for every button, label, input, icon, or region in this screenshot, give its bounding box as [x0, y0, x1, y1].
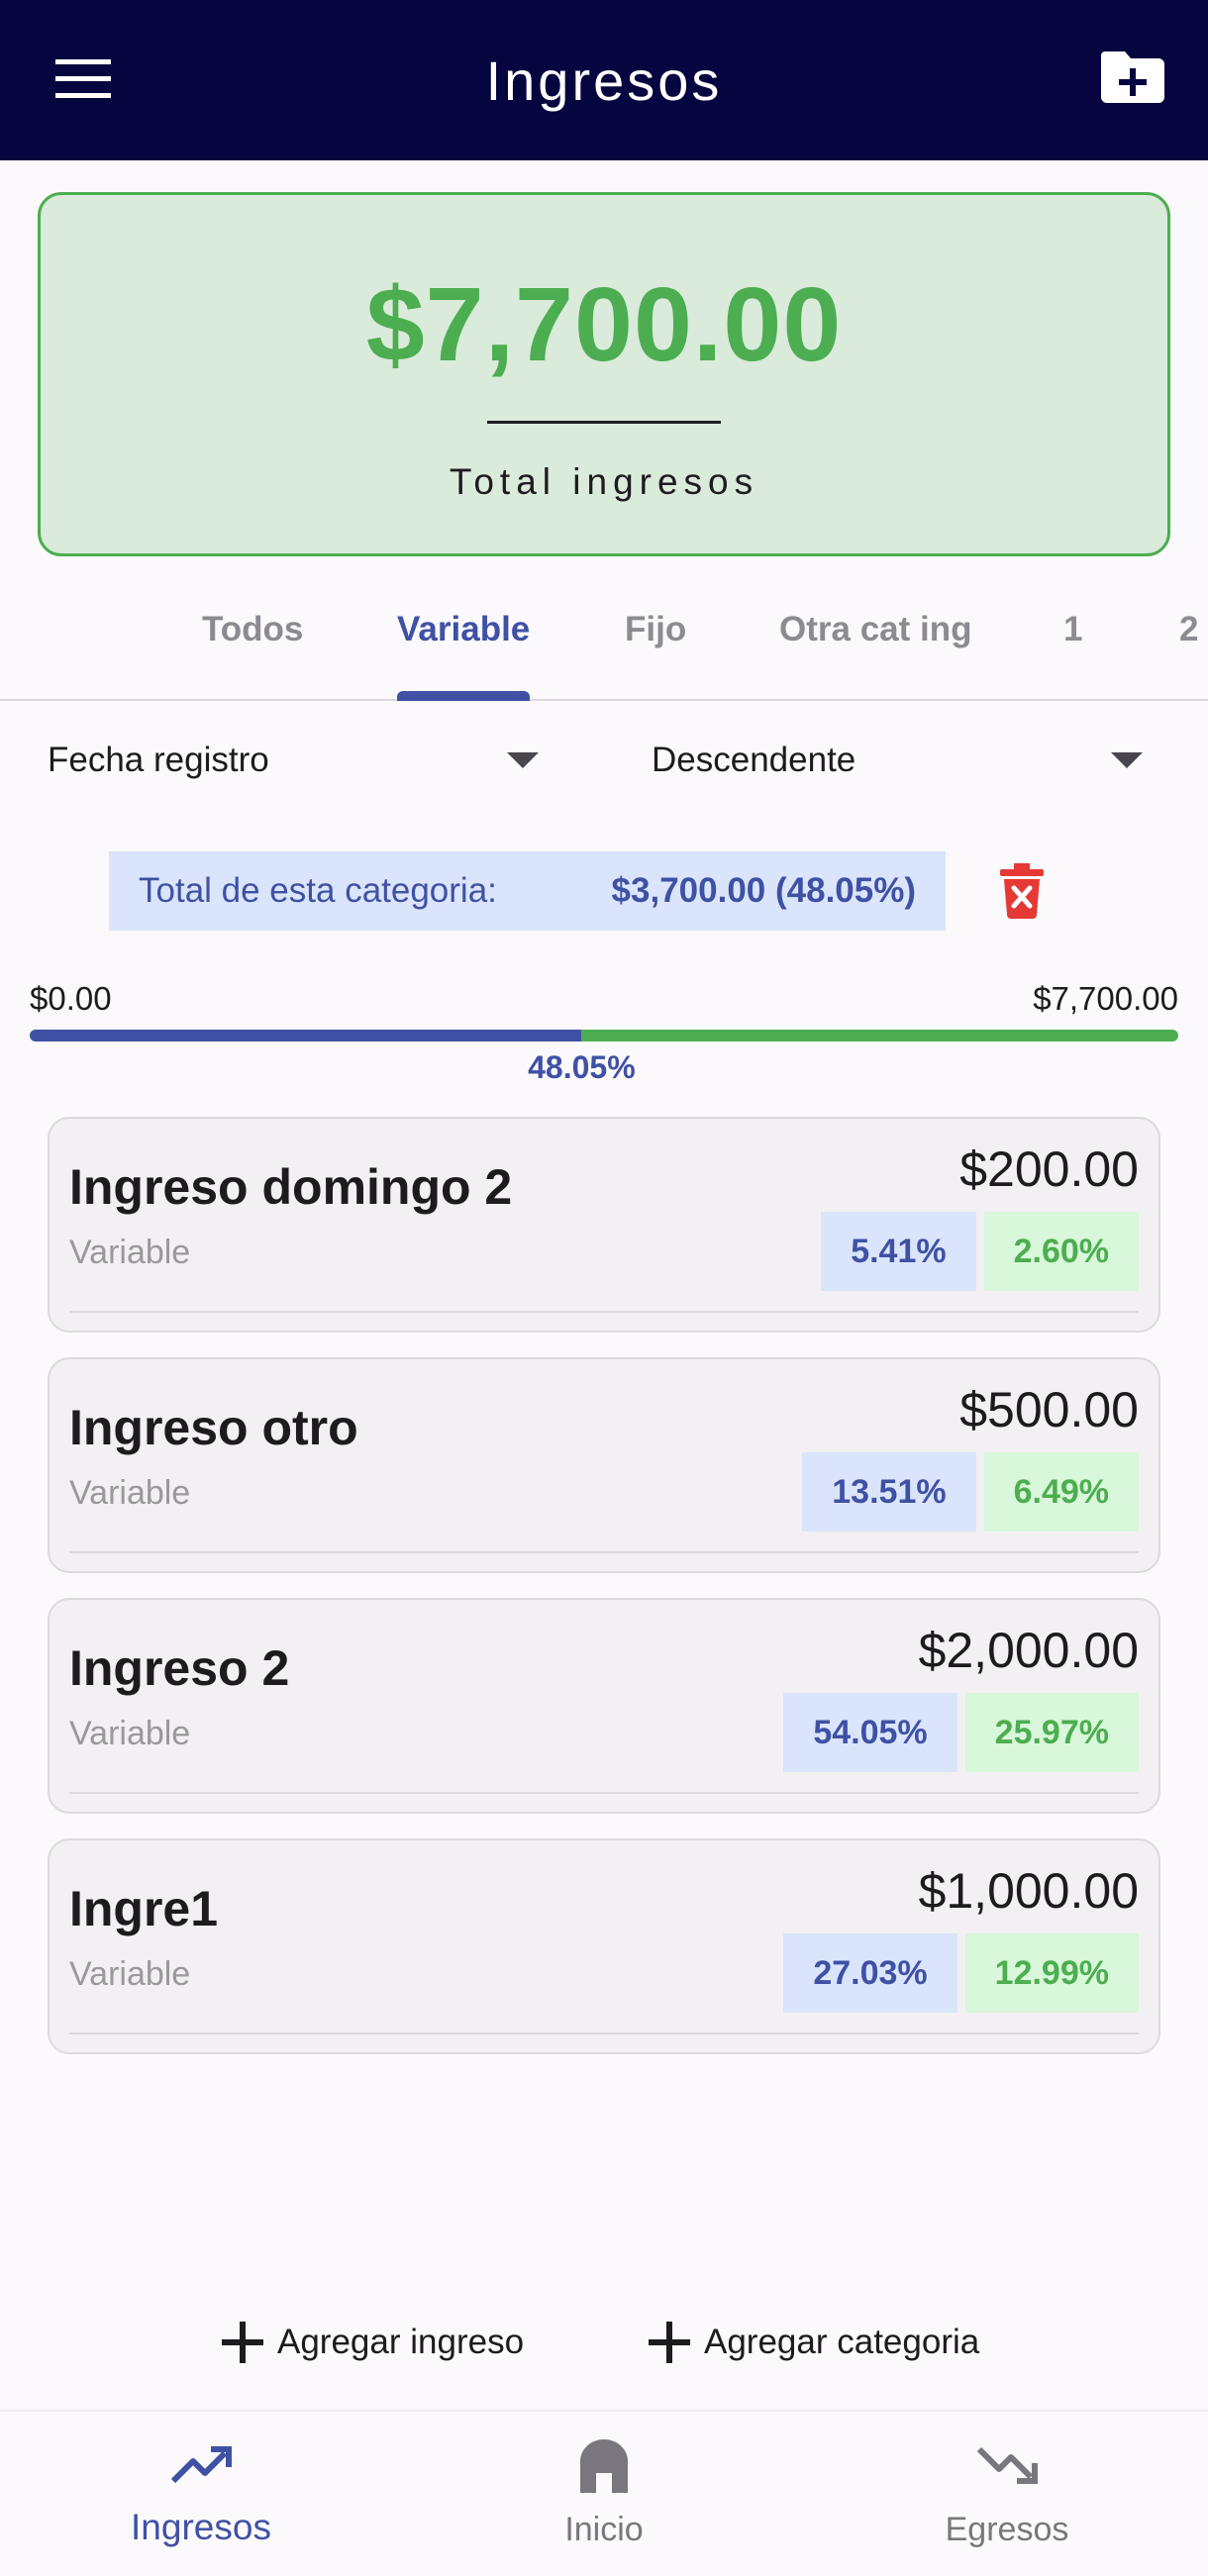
tab-variable[interactable]: Variable: [397, 610, 530, 649]
sort-field-value: Fecha registro: [48, 741, 269, 779]
total-income-caption: Total ingresos: [449, 461, 759, 502]
category-percent-badge: 27.03%: [783, 1933, 957, 2013]
app-bar: Ingresos: [0, 0, 1208, 160]
category-total-label: Total de esta categoria:: [139, 871, 497, 910]
category-percent-badge: 54.05%: [783, 1693, 957, 1772]
income-name: Ingre1: [69, 1881, 219, 1936]
menu-icon: [55, 59, 111, 98]
income-category: Variable: [69, 1955, 191, 1993]
income-percent-badges: 13.51% 6.49%: [802, 1452, 1139, 1532]
category-progress-percent: 48.05%: [528, 1049, 636, 1085]
category-percent-badge: 13.51%: [802, 1452, 976, 1532]
tab-otra-cat-ing[interactable]: Otra cat ing: [779, 610, 971, 649]
income-category: Variable: [69, 1234, 191, 1271]
nav-inicio-label: Inicio: [564, 2511, 644, 2548]
total-percent-badge: 6.49%: [983, 1452, 1139, 1532]
income-card[interactable]: Ingre1 Variable $1,000.00 27.03% 12.99%: [48, 1838, 1160, 2054]
income-card[interactable]: Ingreso otro Variable $500.00 13.51% 6.49%: [48, 1357, 1160, 1573]
page-title: Ingresos: [485, 49, 723, 112]
sort-field-dropdown[interactable]: Fecha registro: [48, 733, 539, 788]
income-name: Ingreso otro: [69, 1400, 358, 1455]
tab-1[interactable]: 1: [1063, 610, 1082, 649]
tab-active-indicator: [397, 691, 530, 701]
total-percent-badge: 12.99%: [964, 1933, 1139, 2013]
income-card[interactable]: Ingreso 2 Variable $2,000.00 54.05% 25.97%: [48, 1598, 1160, 1814]
sort-order-value: Descendente: [652, 741, 856, 779]
income-category: Variable: [69, 1715, 191, 1752]
category-total-value: $3,700.00 (48.05%): [611, 871, 916, 910]
delete-category-button[interactable]: [1000, 863, 1044, 919]
category-progress-fill: [30, 1030, 582, 1041]
tab-todos[interactable]: Todos: [202, 610, 303, 649]
nav-egresos-label: Egresos: [945, 2511, 1069, 2548]
progress-min-label: $0.00: [30, 980, 112, 1017]
tab-2[interactable]: 2: [1179, 610, 1198, 649]
income-percent-badges: 27.03% 12.99%: [783, 1933, 1139, 2013]
folder-add-icon: [1101, 51, 1164, 103]
total-percent-badge: 2.60%: [983, 1212, 1139, 1291]
plus-icon: [649, 2322, 690, 2363]
total-income-amount: $7,700.00: [365, 266, 843, 383]
category-percent-badge: 5.41%: [821, 1212, 976, 1291]
income-list: Ingreso domingo 2 Variable $200.00 5.41% 2.6…: [48, 1117, 1160, 2079]
bottom-navigation: Ingresos Inicio Egresos: [0, 2410, 1208, 2576]
category-progress-bar: [30, 1030, 1178, 1041]
income-category: Variable: [69, 1474, 191, 1512]
income-amount: $200.00: [959, 1141, 1139, 1197]
card-divider: [69, 2032, 1139, 2034]
nav-ingresos[interactable]: Ingresos: [0, 2412, 402, 2576]
add-category-label: Agregar categoria: [704, 2323, 980, 2361]
income-percent-badges: 54.05% 25.97%: [783, 1693, 1139, 1772]
add-category-button[interactable]: Agregar categoria: [649, 2315, 979, 2370]
tab-fijo[interactable]: Fijo: [625, 610, 686, 649]
nav-inicio[interactable]: Inicio: [403, 2412, 805, 2576]
progress-max-label: $7,700.00: [1033, 980, 1178, 1017]
income-amount: $500.00: [959, 1382, 1139, 1437]
income-name: Ingreso 2: [69, 1640, 290, 1696]
menu-button[interactable]: [48, 48, 119, 111]
add-income-label: Agregar ingreso: [277, 2323, 525, 2361]
total-income-card: $7,700.00 Total ingresos: [38, 192, 1170, 556]
income-amount: $1,000.00: [918, 1863, 1139, 1919]
trending-up-icon: [170, 2446, 232, 2484]
income-name: Ingreso domingo 2: [69, 1159, 513, 1215]
sort-order-dropdown[interactable]: Descendente: [652, 733, 1143, 788]
chevron-down-icon: [1111, 752, 1143, 768]
income-card[interactable]: Ingreso domingo 2 Variable $200.00 5.41% 2.6…: [48, 1117, 1160, 1333]
nav-egresos[interactable]: Egresos: [806, 2412, 1208, 2576]
plus-icon: [222, 2322, 263, 2363]
card-divider: [69, 1551, 1139, 1553]
trash-icon: [1000, 863, 1044, 919]
category-total-banner: Total de esta categoria: $3,700.00 (48.0…: [109, 851, 946, 931]
nav-ingresos-label: Ingresos: [131, 2507, 271, 2547]
income-percent-badges: 5.41% 2.60%: [821, 1212, 1139, 1291]
add-category-folder-button[interactable]: [1093, 46, 1172, 109]
add-income-button[interactable]: Agregar ingreso: [222, 2315, 524, 2370]
chevron-down-icon: [507, 752, 539, 768]
total-percent-badge: 25.97%: [964, 1693, 1139, 1772]
home-icon: [580, 2439, 628, 2493]
income-amount: $2,000.00: [918, 1623, 1139, 1678]
trending-down-icon: [976, 2446, 1038, 2484]
category-tabs: Todos Variable Fijo Otra cat ing 1 2: [0, 584, 1208, 701]
card-divider: [69, 1311, 1139, 1313]
total-divider: [487, 421, 721, 424]
card-divider: [69, 1792, 1139, 1794]
